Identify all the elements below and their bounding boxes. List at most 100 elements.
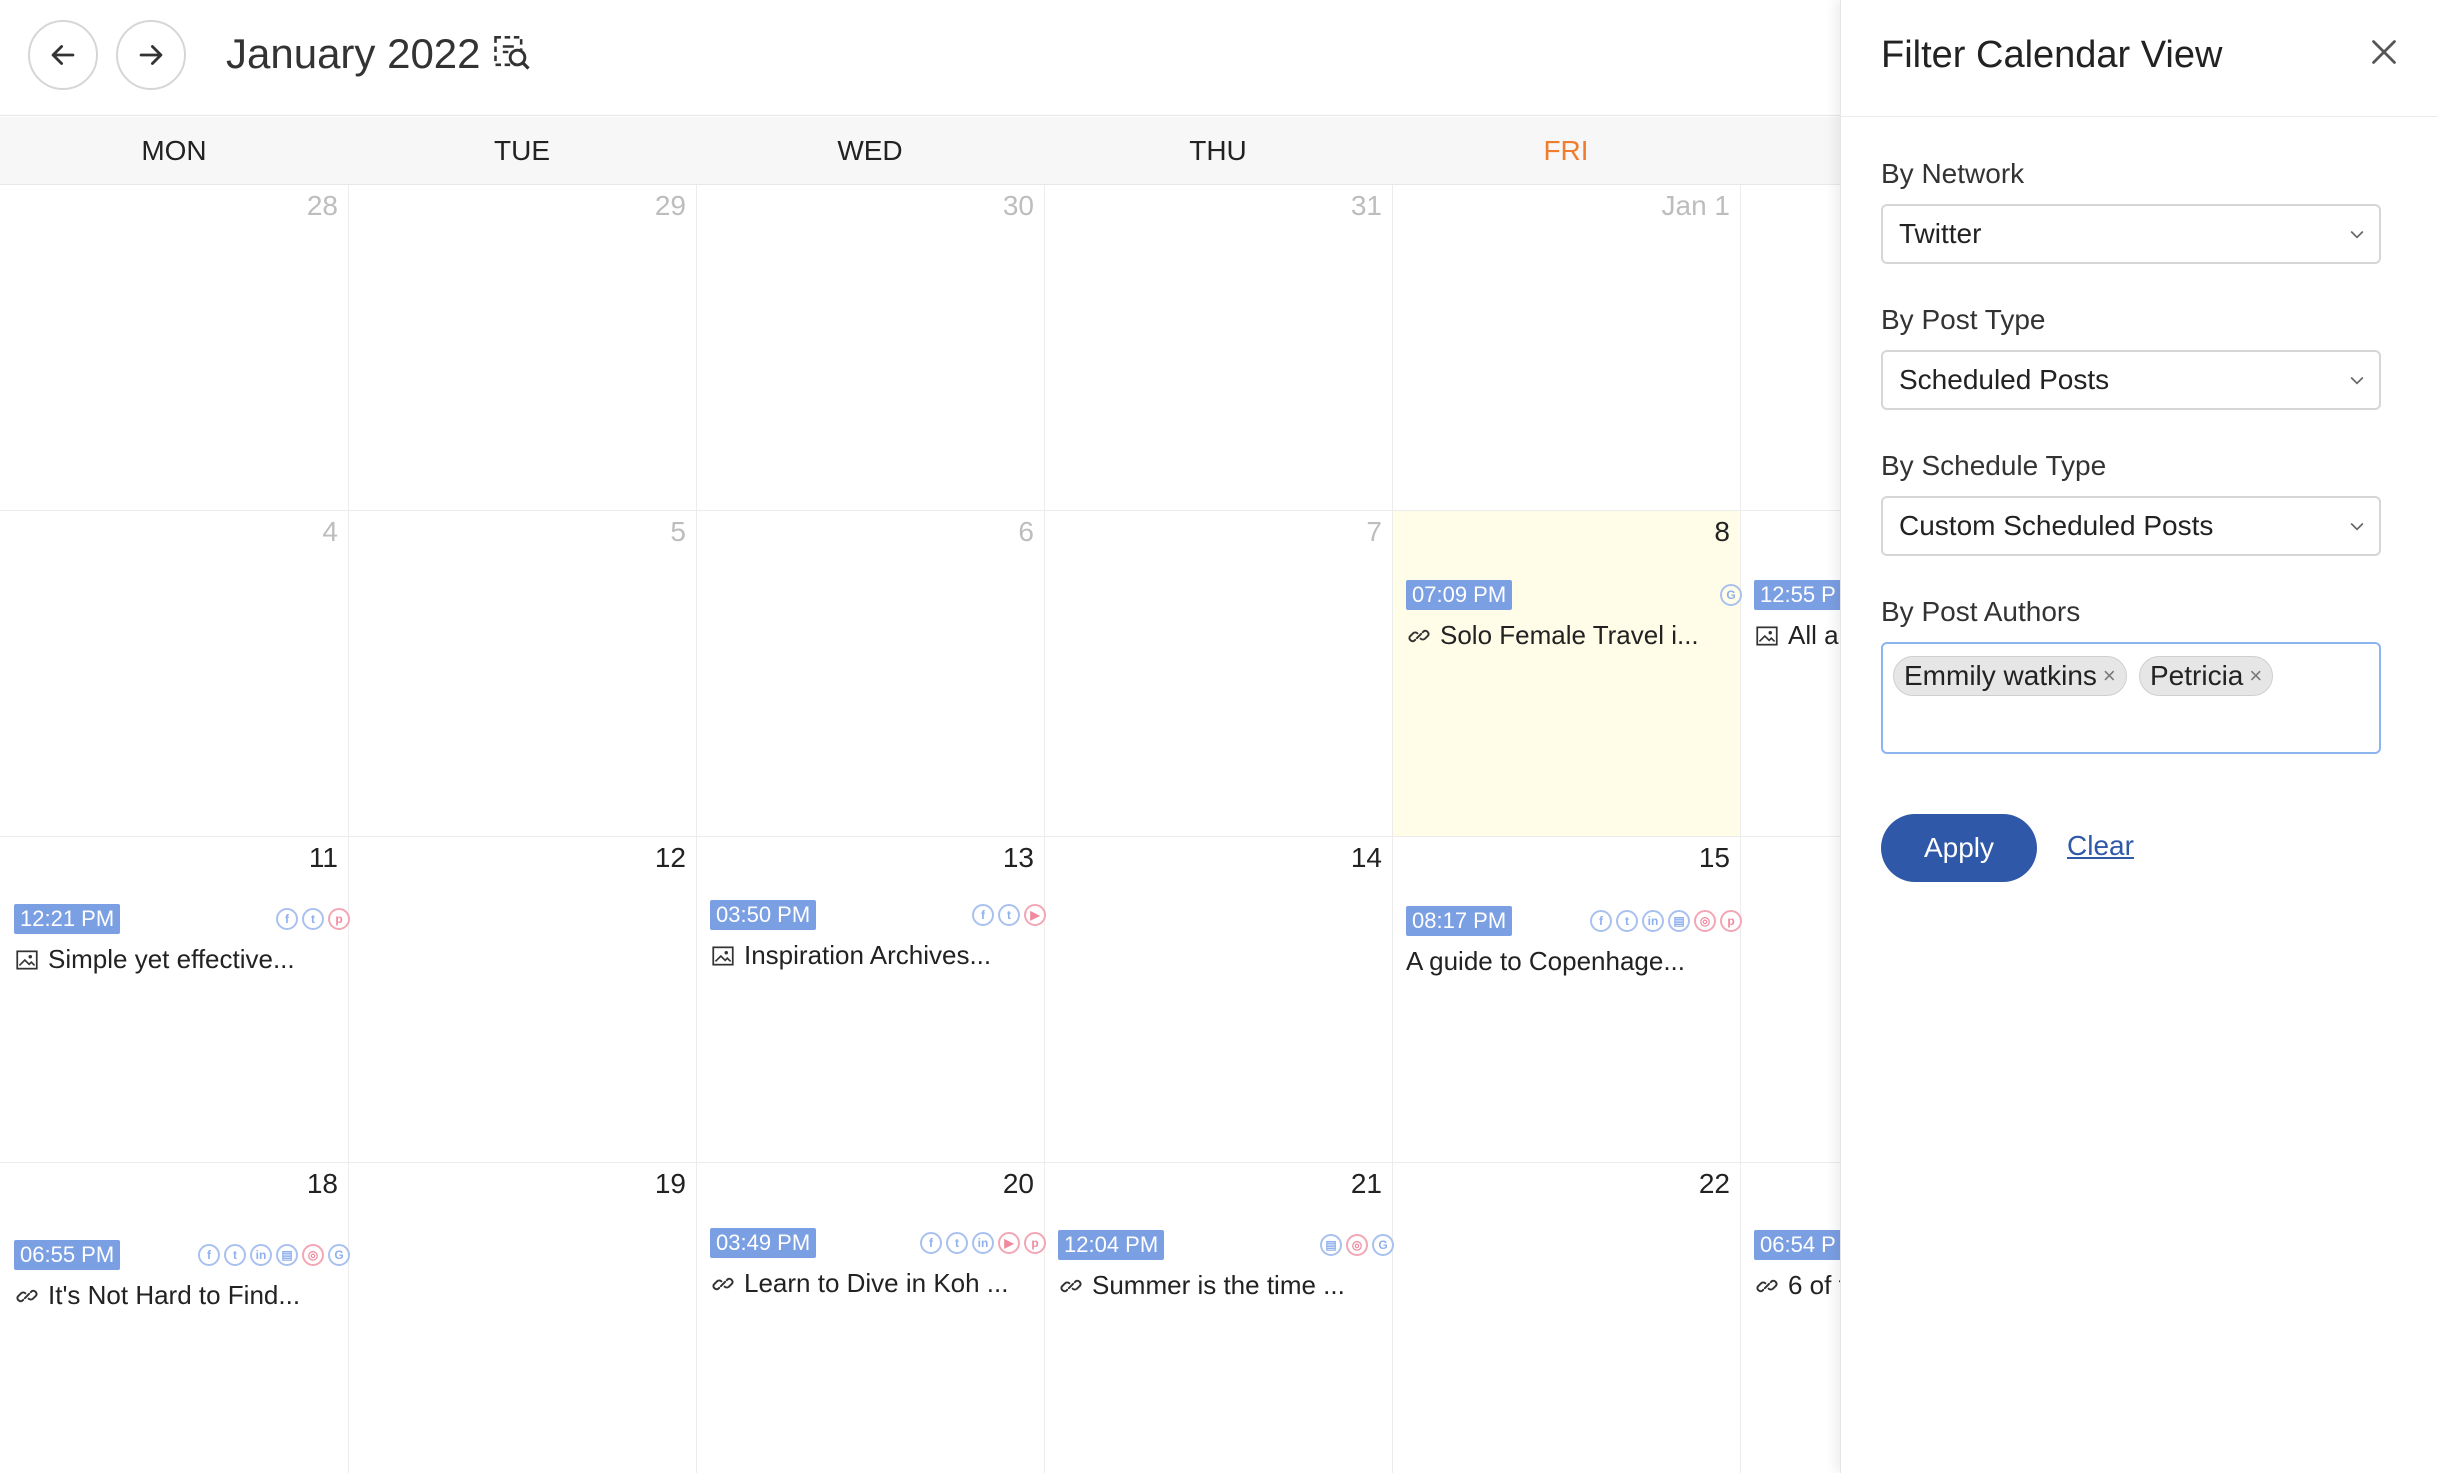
event-time: 03:50 PM <box>710 900 817 930</box>
google-icon: G <box>1720 584 1742 606</box>
post-type-select[interactable]: Scheduled Posts <box>1881 350 2381 410</box>
calendar-search-icon[interactable] <box>490 30 538 78</box>
day-number: 28 <box>306 190 338 221</box>
twitter-icon: t <box>946 1232 968 1254</box>
weekday-thu: THU <box>1189 135 1247 166</box>
chevron-down-icon <box>2350 376 2364 385</box>
youtube-icon: ▶ <box>1024 904 1046 926</box>
author-name: Emmily watkins <box>1904 660 2097 691</box>
network-icons: ▤ ◎ G <box>1320 1234 1394 1256</box>
day-number: 22 <box>1698 1168 1730 1199</box>
google-business-icon: ▤ <box>1320 1234 1342 1256</box>
image-icon <box>1756 625 1778 646</box>
pinterest-icon: p <box>328 908 350 930</box>
image-icon <box>16 949 38 970</box>
next-month-button[interactable] <box>116 20 186 90</box>
event-title: Inspiration Archives... <box>744 940 992 970</box>
linkedin-icon: in <box>972 1232 994 1254</box>
day-number: 18 <box>306 1168 338 1199</box>
link-icon <box>1060 1279 1082 1292</box>
grid-line <box>696 185 697 1473</box>
calendar-event[interactable]: 08:17 PM f t in ▤ ◎ p A guide to Copenha… <box>1406 906 1742 976</box>
day-number: 8 <box>1714 516 1730 547</box>
schedule-type-select[interactable]: Custom Scheduled Posts <box>1881 496 2381 556</box>
remove-icon[interactable]: × <box>2103 657 2116 695</box>
network-icons: f t ▶ <box>972 904 1046 926</box>
day-number: 6 <box>1018 516 1034 547</box>
facebook-icon: f <box>920 1232 942 1254</box>
apply-button[interactable]: Apply <box>1881 814 2037 882</box>
schedule-type-label: By Schedule Type <box>1881 450 2107 481</box>
close-icon <box>2372 40 2396 64</box>
event-time: 08:17 PM <box>1406 906 1513 936</box>
chevron-down-icon <box>2350 230 2364 239</box>
close-button[interactable] <box>2366 34 2402 70</box>
facebook-icon: f <box>198 1244 220 1266</box>
network-icons: f t in ▶ p <box>920 1232 1046 1254</box>
post-authors-label: By Post Authors <box>1881 596 2081 627</box>
remove-icon[interactable]: × <box>2249 657 2262 695</box>
day-number: 13 <box>1002 842 1034 873</box>
calendar-toolbar: January 2022 <box>0 0 1840 116</box>
network-icons: f t p <box>276 908 350 930</box>
event-time: 12:04 PM <box>1058 1230 1165 1260</box>
post-type-value: Scheduled Posts <box>1899 364 2110 395</box>
grid-line <box>0 510 1840 511</box>
panel-title: Filter Calendar View <box>1881 34 2223 76</box>
day-number: 11 <box>308 842 338 873</box>
instagram-icon: ◎ <box>1346 1234 1368 1256</box>
network-icons: f t in ▤ ◎ G <box>198 1244 350 1266</box>
facebook-icon: f <box>276 908 298 930</box>
day-number: 4 <box>322 516 338 547</box>
link-icon <box>16 1289 38 1302</box>
twitter-icon: t <box>224 1244 246 1266</box>
day-number: 14 <box>1350 842 1382 873</box>
calendar-event[interactable]: 06:55 PM f t in ▤ ◎ G It's Not Hard to F… <box>14 1240 350 1310</box>
weekday-header-row: MON TUE WED THU FRI <box>0 117 1840 185</box>
today-highlight <box>1393 511 1740 836</box>
day-number: 19 <box>654 1168 686 1199</box>
chevron-down-icon <box>2350 522 2364 531</box>
twitter-icon: t <box>1616 910 1638 932</box>
calendar-event[interactable]: 12:04 PM ▤ ◎ G Summer is the time ... <box>1058 1230 1394 1300</box>
post-type-label: By Post Type <box>1881 304 2046 335</box>
calendar-event[interactable]: 03:49 PM f t in ▶ p Learn to Dive in Koh… <box>710 1228 1046 1298</box>
network-select[interactable]: Twitter <box>1881 204 2381 264</box>
calendar-event[interactable]: 07:09 PM G Solo Female Travel i... <box>1406 580 1742 650</box>
instagram-icon: ◎ <box>302 1244 324 1266</box>
google-icon: G <box>328 1244 350 1266</box>
calendar-event[interactable]: 06:54 P 6 of t <box>1754 1230 1840 1300</box>
grid-line <box>0 836 1840 837</box>
prev-month-button[interactable] <box>28 20 98 90</box>
twitter-icon: t <box>998 904 1020 926</box>
network-icons: f t in ▤ ◎ p <box>1590 910 1742 932</box>
network-icons: G <box>1720 584 1742 606</box>
clear-link[interactable]: Clear <box>2067 830 2134 862</box>
calendar-event[interactable]: 03:50 PM f t ▶ Inspiration Archives... <box>710 900 1046 970</box>
facebook-icon: f <box>972 904 994 926</box>
divider <box>1841 116 2438 117</box>
pinterest-icon: p <box>1024 1232 1046 1254</box>
google-business-icon: ▤ <box>276 1244 298 1266</box>
network-value: Twitter <box>1899 218 1982 249</box>
grid-line <box>0 1162 1840 1163</box>
event-title: All a <box>1788 620 1839 650</box>
calendar-event[interactable]: 12:21 PM f t p Simple yet effective... <box>14 904 350 974</box>
pinterest-icon: p <box>1720 910 1742 932</box>
authors-input[interactable]: Emmily watkins × Petricia × <box>1881 642 2381 754</box>
day-number: 21 <box>1350 1168 1382 1199</box>
event-title: Learn to Dive in Koh ... <box>744 1268 1009 1298</box>
day-number: 31 <box>1350 190 1382 221</box>
link-icon <box>712 1277 734 1290</box>
google-icon: G <box>1372 1234 1394 1256</box>
event-title: 6 of t <box>1788 1270 1840 1300</box>
event-title: Summer is the time ... <box>1092 1270 1345 1300</box>
arrow-right-icon <box>139 45 163 65</box>
calendar-event[interactable]: 12:55 P All a <box>1754 580 1840 650</box>
link-icon <box>1408 629 1430 642</box>
instagram-icon: ◎ <box>1694 910 1716 932</box>
youtube-icon: ▶ <box>998 1232 1020 1254</box>
author-chip: Petricia × <box>2139 656 2274 696</box>
event-time: 12:55 P <box>1754 580 1840 610</box>
facebook-icon: f <box>1590 910 1612 932</box>
